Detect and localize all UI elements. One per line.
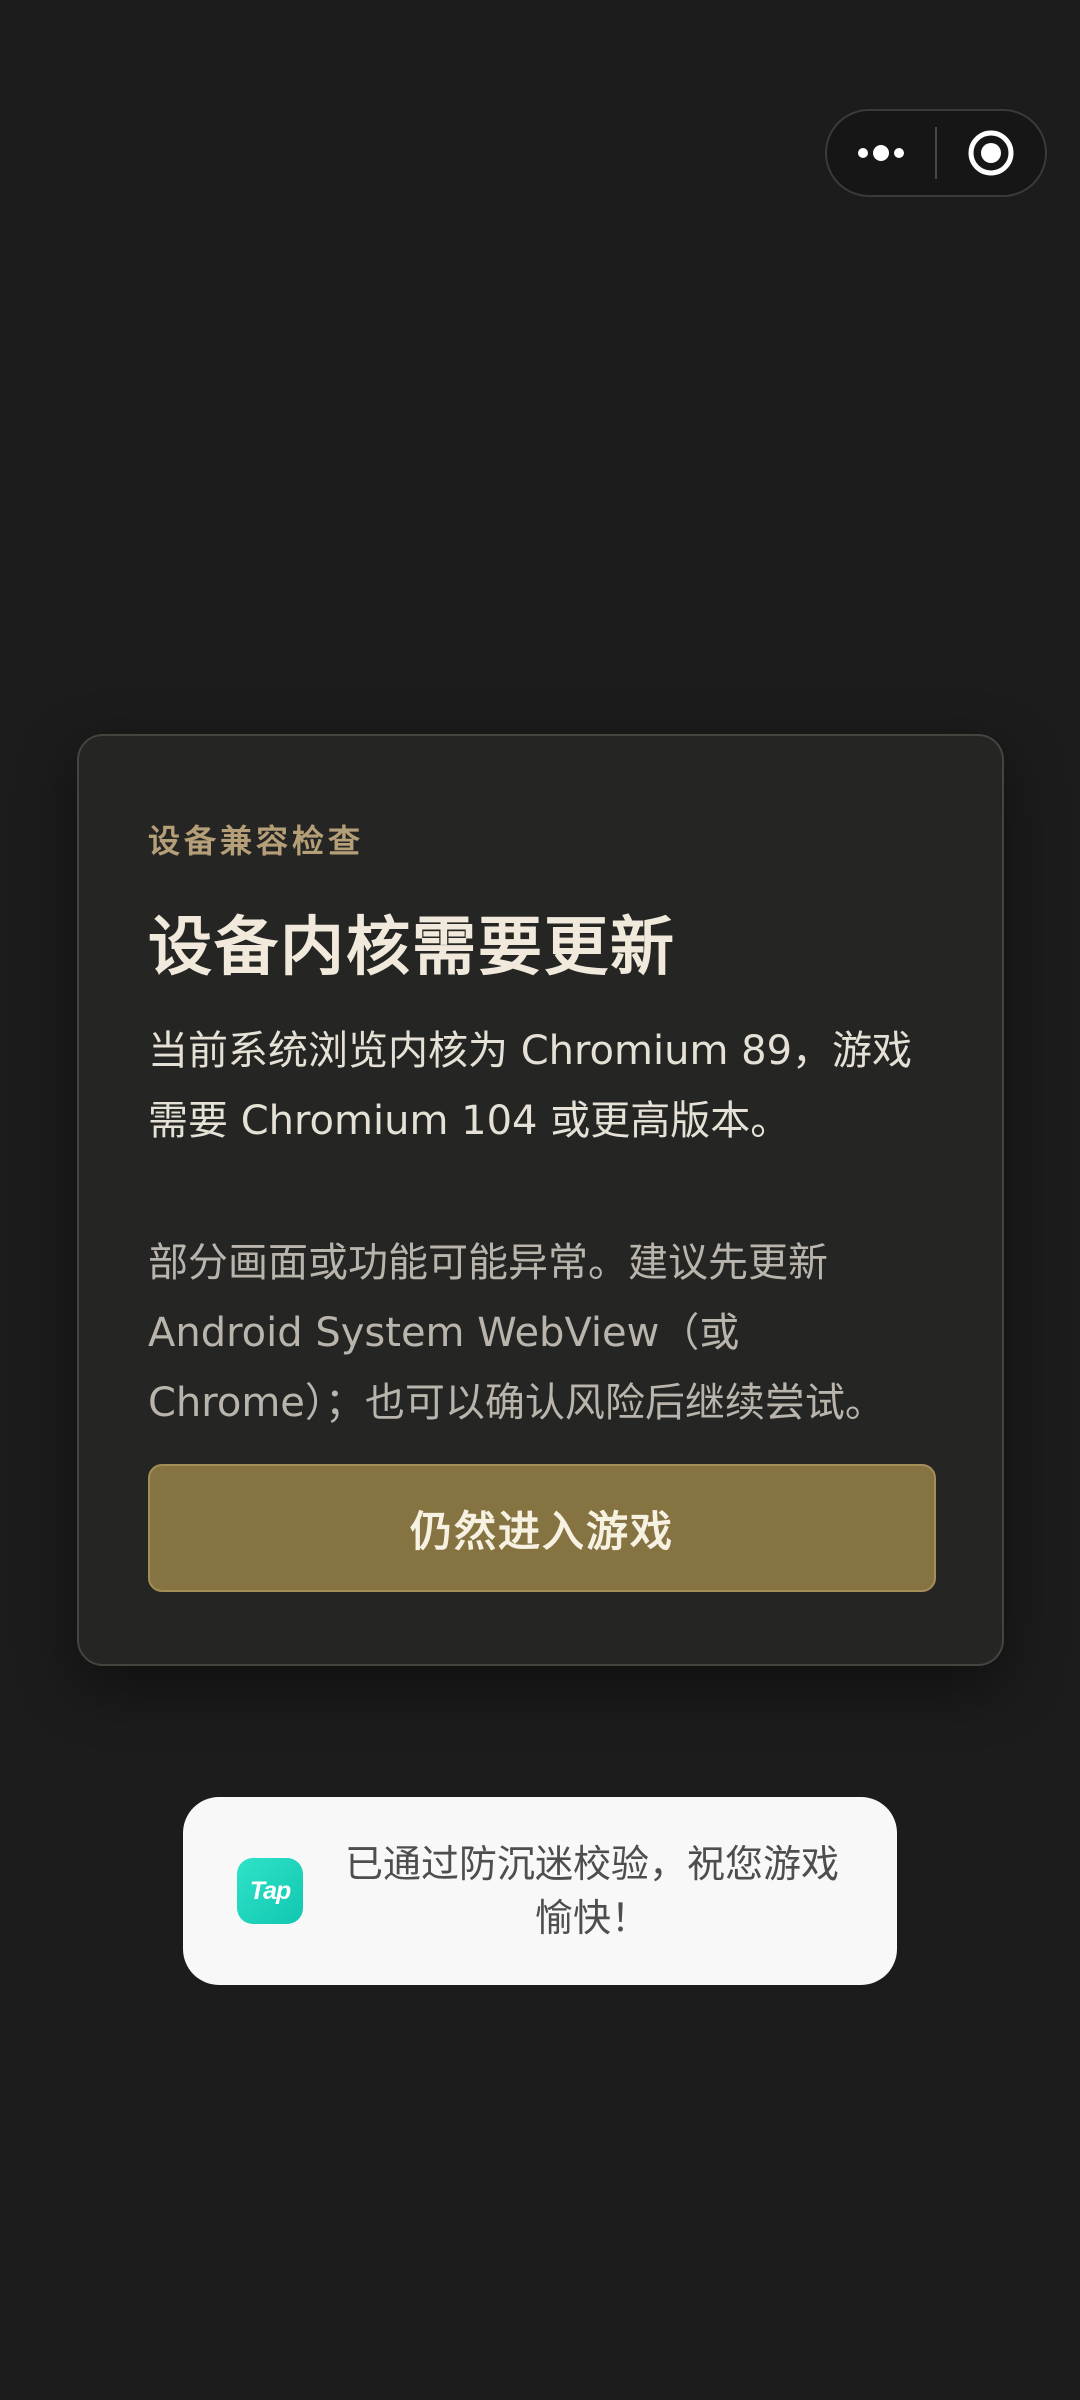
target-circle-icon <box>968 130 1014 176</box>
dialog-title: 设备内核需要更新 <box>148 911 676 985</box>
toast-message: 已通过防沉迷校验，祝您游戏愉快！ <box>344 1842 839 1940</box>
taptap-logo-text: Tap <box>249 1876 292 1905</box>
close-miniprogram-button[interactable] <box>937 111 1045 195</box>
screen: 设备兼容检查 设备内核需要更新 当前系统浏览内核为 Chromium 89，游戏… <box>0 0 1080 2400</box>
more-dots-icon <box>858 145 904 161</box>
dialog-note: 部分画面或功能可能异常。建议先更新 Android System WebView… <box>148 1240 885 1426</box>
dialog-description: 当前系统浏览内核为 Chromium 89，游戏需要 Chromium 104 … <box>148 1028 913 1144</box>
miniprogram-capsule <box>825 109 1047 197</box>
taptap-logo-icon: Tap <box>237 1858 303 1924</box>
enter-game-button[interactable]: 仍然进入游戏 <box>148 1464 936 1592</box>
anti-addiction-toast: Tap 已通过防沉迷校验，祝您游戏愉快！ <box>183 1797 897 1985</box>
more-button[interactable] <box>827 111 935 195</box>
compatibility-dialog: 设备兼容检查 设备内核需要更新 当前系统浏览内核为 Chromium 89，游戏… <box>77 734 1004 1666</box>
dialog-eyebrow: 设备兼容检查 <box>148 822 365 860</box>
